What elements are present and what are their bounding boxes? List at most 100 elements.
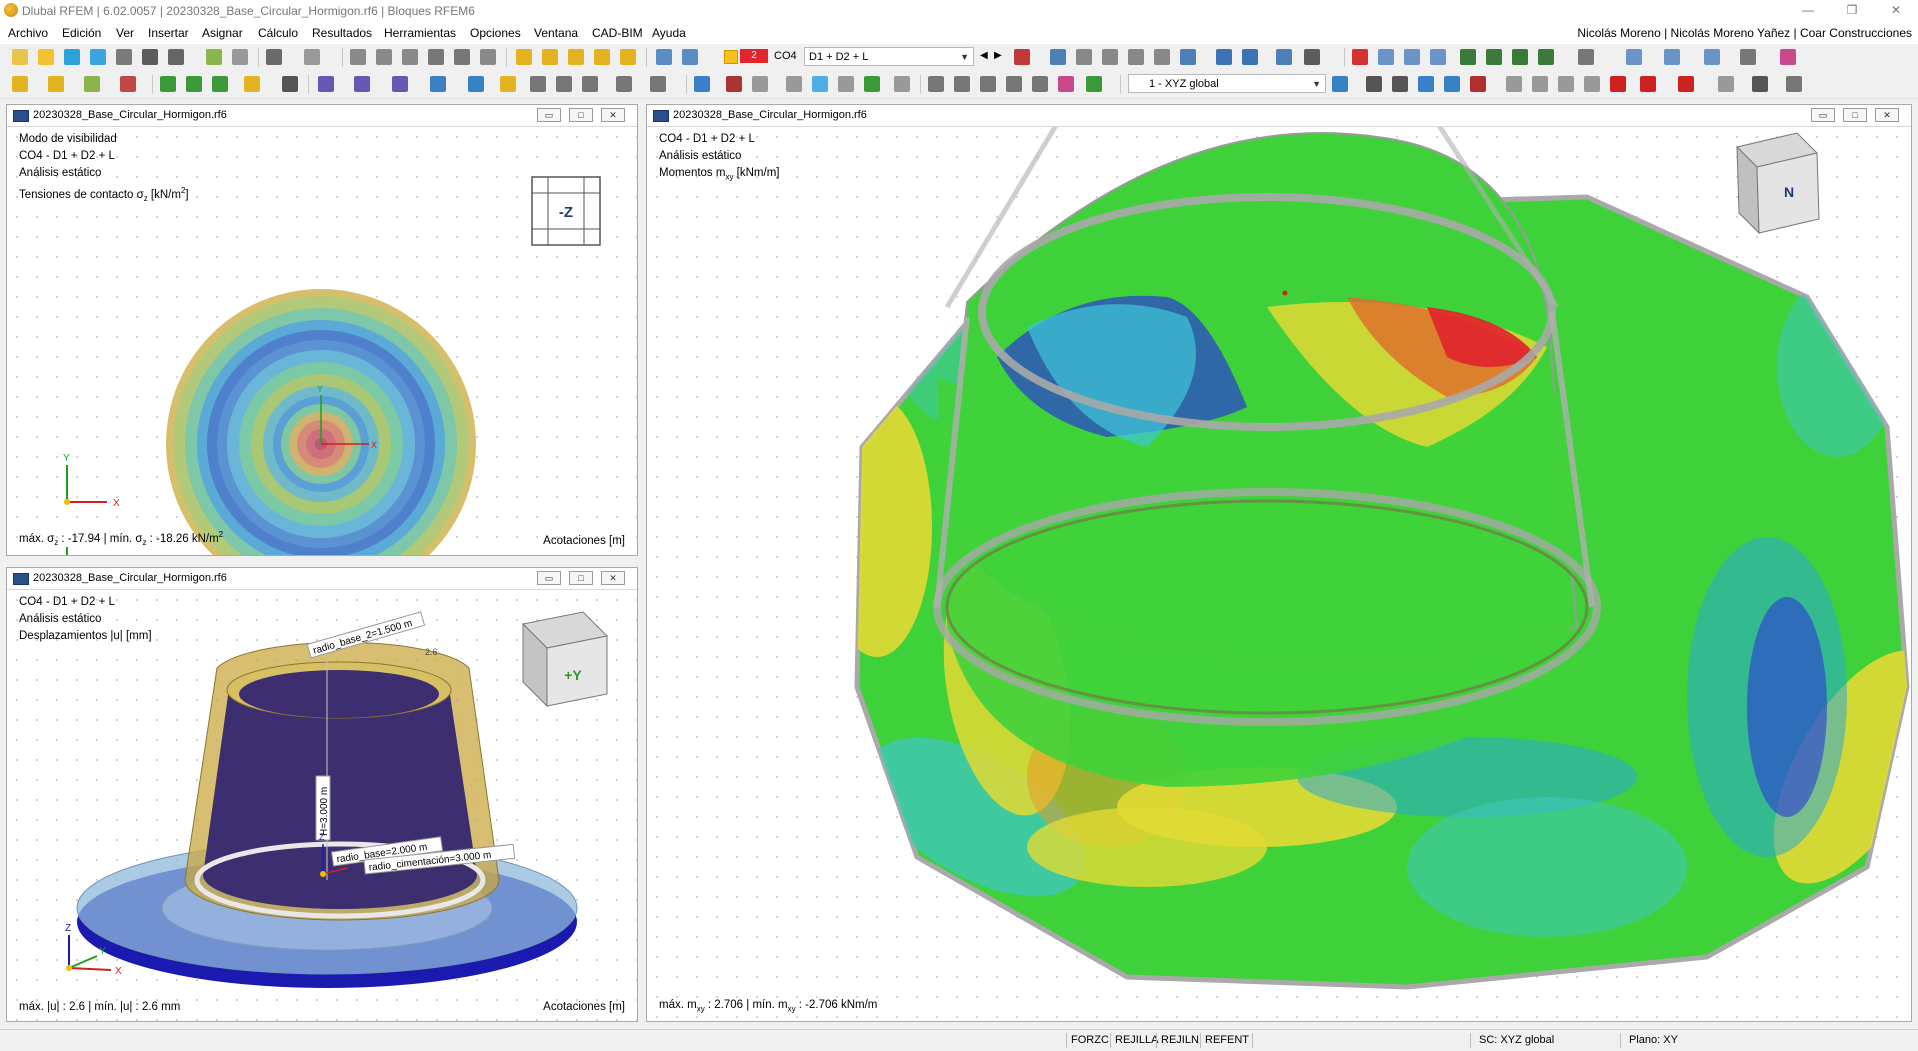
- line-icon[interactable]: [48, 76, 64, 92]
- arrange-icon[interactable]: [980, 76, 996, 92]
- pane-maximize-button[interactable]: □: [1843, 108, 1867, 122]
- menu-edicion[interactable]: Edición: [62, 26, 101, 40]
- grid-icon[interactable]: [1304, 49, 1320, 65]
- menu-insertar[interactable]: Insertar: [148, 26, 189, 40]
- axis-x-icon[interactable]: [1460, 49, 1476, 65]
- menu-herramientas[interactable]: Herramientas: [384, 26, 456, 40]
- pane-close-button[interactable]: ✕: [601, 108, 625, 122]
- pane-minimize-button[interactable]: ▭: [537, 108, 561, 122]
- render-icon[interactable]: [1578, 49, 1594, 65]
- next-loadcase-button[interactable]: ▶: [994, 50, 1002, 61]
- camera-icon[interactable]: [1752, 76, 1768, 92]
- pane-maximize-button[interactable]: □: [569, 571, 593, 585]
- transparency-icon[interactable]: [1664, 49, 1680, 65]
- calc-all-icon[interactable]: [542, 49, 558, 65]
- report-icon[interactable]: [206, 49, 222, 65]
- divide-icon[interactable]: [468, 76, 484, 92]
- pane-contact-stress[interactable]: 20230328_Base_Circular_Hormigon.rf6 ▭ □ …: [6, 104, 638, 556]
- trim-icon[interactable]: [556, 76, 572, 92]
- pane-maximize-button[interactable]: □: [569, 108, 593, 122]
- panel-icon[interactable]: [402, 49, 418, 65]
- model-icon[interactable]: [116, 49, 132, 65]
- result-values-icon[interactable]: [1128, 49, 1144, 65]
- mirror-icon[interactable]: [392, 76, 408, 92]
- arrow-icon[interactable]: [1640, 76, 1656, 92]
- plus-icon[interactable]: [864, 76, 880, 92]
- results-icon[interactable]: [568, 49, 584, 65]
- save-icon[interactable]: [142, 49, 158, 65]
- offset-icon[interactable]: [1032, 76, 1048, 92]
- edit-icon[interactable]: [1786, 76, 1802, 92]
- menu-calculo[interactable]: Cálculo: [258, 26, 298, 40]
- deformation-icon[interactable]: [1216, 49, 1232, 65]
- values-icon[interactable]: [1050, 49, 1066, 65]
- viewport-bottom-left[interactable]: radio_base_2=1.500 m 2.6 H=3.000 m radio…: [7, 590, 637, 1021]
- close-button[interactable]: ✕: [1874, 0, 1918, 22]
- view-cube[interactable]: +Y: [521, 611, 609, 708]
- snap-grid-icon[interactable]: [1392, 76, 1408, 92]
- scale-tool-icon[interactable]: [430, 76, 446, 92]
- ruler-icon[interactable]: [1558, 76, 1574, 92]
- dimension-icon[interactable]: [1102, 49, 1118, 65]
- snap-end-icon[interactable]: [1470, 76, 1486, 92]
- side-view-icon[interactable]: [1430, 49, 1446, 65]
- clipping-icon[interactable]: [1704, 49, 1720, 65]
- delete-icon[interactable]: [1610, 76, 1626, 92]
- menu-asignar[interactable]: Asignar: [202, 26, 243, 40]
- menu-opciones[interactable]: Opciones: [470, 26, 521, 40]
- viewport-right[interactable]: N CO4 - D1 + D2 + L Análisis estático Mo…: [647, 127, 1911, 1021]
- snap-center-icon[interactable]: [1444, 76, 1460, 92]
- optimization-icon[interactable]: [594, 49, 610, 65]
- new-model-icon[interactable]: [12, 49, 28, 65]
- surface-support-icon[interactable]: [212, 76, 228, 92]
- toggle-rejilla[interactable]: REJILLA: [1110, 1033, 1162, 1048]
- guide-icon[interactable]: [282, 76, 298, 92]
- distribute-icon[interactable]: [954, 76, 970, 92]
- filter-icon[interactable]: [1154, 49, 1170, 65]
- copy-icon[interactable]: [650, 76, 666, 92]
- member-icon[interactable]: [84, 76, 100, 92]
- align-icon[interactable]: [928, 76, 944, 92]
- results-toggle-icon[interactable]: [1014, 49, 1030, 65]
- line-support-icon[interactable]: [186, 76, 202, 92]
- filter-tool-icon[interactable]: [694, 76, 710, 92]
- pane-minimize-button[interactable]: ▭: [1811, 108, 1835, 122]
- solid-icon[interactable]: [838, 76, 854, 92]
- toggle-forzc[interactable]: FORZC: [1066, 1033, 1113, 1048]
- previous-loadcase-button[interactable]: ◀: [980, 50, 988, 61]
- load-wizard-icon[interactable]: [682, 49, 698, 65]
- guideline-icon[interactable]: [1584, 76, 1600, 92]
- xxx-values-icon[interactable]: [1076, 49, 1092, 65]
- lasso-icon[interactable]: [1506, 76, 1522, 92]
- section-icon[interactable]: [1180, 49, 1196, 65]
- object-snap-icon[interactable]: [1418, 76, 1434, 92]
- graph-icon[interactable]: [1086, 76, 1102, 92]
- web-service-icon[interactable]: [64, 49, 80, 65]
- rotate-icon[interactable]: [354, 76, 370, 92]
- animation-icon[interactable]: [1242, 49, 1258, 65]
- magnet-icon[interactable]: [726, 76, 742, 92]
- cloud-icon[interactable]: [90, 49, 106, 65]
- select-icon[interactable]: [1352, 49, 1368, 65]
- menu-ventana[interactable]: Ventana: [534, 26, 578, 40]
- menu-ver[interactable]: Ver: [116, 26, 134, 40]
- view-cube[interactable]: N: [1736, 132, 1820, 235]
- draw-icon[interactable]: [894, 76, 910, 92]
- script-icon[interactable]: [454, 49, 470, 65]
- pane-minimize-button[interactable]: ▭: [537, 571, 561, 585]
- design-icon[interactable]: [620, 49, 636, 65]
- view-cube[interactable]: -Z: [531, 176, 601, 246]
- connect-icon[interactable]: [500, 76, 516, 92]
- pane-displacements[interactable]: 20230328_Base_Circular_Hormigon.rf6 ▭ □ …: [6, 567, 638, 1022]
- open-folder-icon[interactable]: [38, 49, 54, 65]
- pane-close-button[interactable]: ✕: [601, 571, 625, 585]
- lock-icon[interactable]: [1718, 76, 1734, 92]
- stack-icon[interactable]: [1006, 76, 1022, 92]
- front-view-icon[interactable]: [1404, 49, 1420, 65]
- iso-view-icon[interactable]: [1378, 49, 1394, 65]
- cs-edit-icon[interactable]: [1332, 76, 1348, 92]
- menu-resultados[interactable]: Resultados: [312, 26, 372, 40]
- surface-view-icon[interactable]: [812, 76, 828, 92]
- navigator-icon[interactable]: [376, 49, 392, 65]
- layer-icon[interactable]: [752, 76, 768, 92]
